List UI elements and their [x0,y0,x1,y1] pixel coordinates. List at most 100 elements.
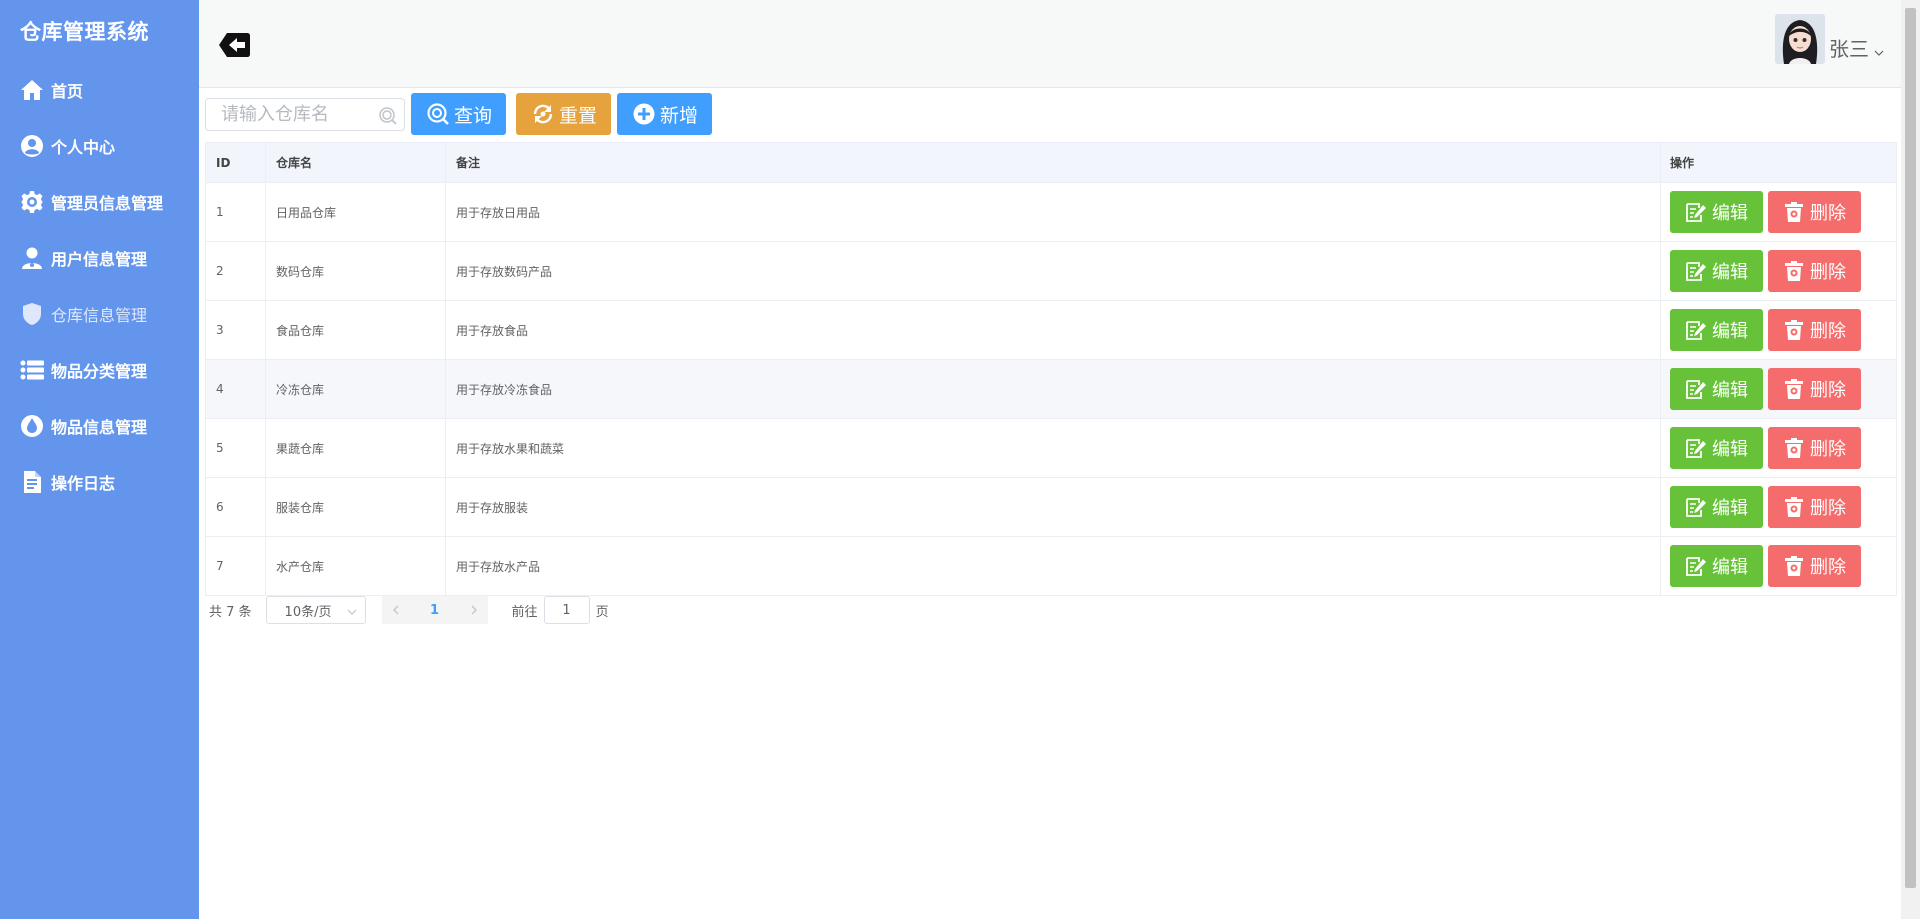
drop-icon [19,413,45,439]
query-button-label: 查询 [454,104,493,127]
reset-button[interactable]: 重置 [516,93,612,135]
cell-id: 6 [206,478,266,536]
cell-actions: 编辑 删除 [1661,537,1896,595]
edit-button[interactable]: 编辑 [1670,427,1763,469]
cell-id: 1 [206,183,266,241]
chevron-left-icon [392,605,399,615]
edit-icon [1686,262,1706,281]
delete-button-label: 删除 [1810,557,1846,578]
toolbar: 查询 重置 新增 [205,93,713,135]
trash-icon [1785,202,1803,222]
cell-name: 果蔬仓库 [266,419,446,477]
user-icon [19,245,45,271]
sidebar-item-log[interactable]: 操作日志 [0,454,199,510]
page-nav: 1 [381,596,488,624]
column-header-id: ID [206,143,266,182]
search-icon[interactable] [378,106,398,126]
cell-actions: 编辑 删除 [1661,419,1896,477]
edit-button[interactable]: 编辑 [1670,545,1763,587]
page-size-select[interactable]: 10条/页 [265,596,366,624]
sidebar-item-profile[interactable]: 个人中心 [0,118,199,174]
sidebar-item-goods[interactable]: 物品信息管理 [0,398,199,454]
add-button[interactable]: 新增 [617,93,713,135]
cell-id: 5 [206,419,266,477]
trash-icon [1785,438,1803,458]
cell-id: 4 [206,360,266,418]
goto-page: 前往 页 [512,596,609,624]
list-icon [19,357,45,383]
trash-icon [1785,379,1803,399]
edit-button-label: 编辑 [1712,498,1748,519]
table-row: 2 数码仓库 用于存放数码产品 编辑 删除 [206,242,1896,301]
trash-icon [1785,320,1803,340]
pagination: 共 7 条 10条/页 1 前往 页 [209,596,609,624]
cell-remark: 用于存放食品 [446,301,1661,359]
cell-id: 7 [206,537,266,595]
table-row: 5 果蔬仓库 用于存放水果和蔬菜 编辑 删除 [206,419,1896,478]
query-button[interactable]: 查询 [411,93,507,135]
sidebar: 仓库管理系统 首页 个人中心 管理员信息管理 用户信息管理 仓库信息管理 物品分… [0,0,199,919]
scrollbar-thumb[interactable] [1905,8,1916,888]
goto-page-input[interactable] [543,596,590,624]
prev-page-button[interactable] [381,596,410,624]
delete-button[interactable]: 删除 [1768,545,1861,587]
sidebar-item-users[interactable]: 用户信息管理 [0,230,199,286]
cell-name: 日用品仓库 [266,183,446,241]
table-header: ID 仓库名 备注 操作 [206,143,1896,183]
edit-button-label: 编辑 [1712,439,1748,460]
add-icon [633,103,655,125]
header: 张三 [199,0,1901,88]
sidebar-item-label: 物品分类管理 [51,362,148,381]
add-button-label: 新增 [660,104,699,127]
delete-button[interactable]: 删除 [1768,486,1861,528]
trash-icon [1785,556,1803,576]
cell-actions: 编辑 删除 [1661,301,1896,359]
cell-remark: 用于存放冷冻食品 [446,360,1661,418]
delete-button-label: 删除 [1810,498,1846,519]
cell-remark: 用于存放水果和蔬菜 [446,419,1661,477]
sidebar-item-home[interactable]: 首页 [0,62,199,118]
search-input[interactable] [206,98,404,130]
edit-button-label: 编辑 [1712,380,1748,401]
sidebar-item-label: 物品信息管理 [51,418,148,437]
avatar [1775,14,1825,64]
cell-name: 服装仓库 [266,478,446,536]
user-menu[interactable]: 张三 [1775,14,1885,64]
sidebar-item-admin[interactable]: 管理员信息管理 [0,174,199,230]
delete-button[interactable]: 删除 [1768,191,1861,233]
cell-remark: 用于存放数码产品 [446,242,1661,300]
trash-icon [1785,261,1803,281]
search-icon [427,103,449,125]
edit-button[interactable]: 编辑 [1670,309,1763,351]
sidebar-item-label: 操作日志 [51,474,116,493]
vertical-scrollbar[interactable] [1901,0,1920,919]
table-row: 6 服装仓库 用于存放服装 编辑 删除 [206,478,1896,537]
edit-button-label: 编辑 [1712,262,1748,283]
page-size-value: 10条/页 [284,604,332,620]
cell-id: 3 [206,301,266,359]
sidebar-item-category[interactable]: 物品分类管理 [0,342,199,398]
sidebar-item-warehouse[interactable]: 仓库信息管理 [0,286,199,342]
cell-remark: 用于存放日用品 [446,183,1661,241]
next-page-button[interactable] [459,596,488,624]
page-number-current[interactable]: 1 [409,596,460,624]
table-row: 1 日用品仓库 用于存放日用品 编辑 删除 [206,183,1896,242]
delete-button[interactable]: 删除 [1768,309,1861,351]
cell-actions: 编辑 删除 [1661,360,1896,418]
delete-button[interactable]: 删除 [1768,427,1861,469]
sidebar-item-label: 首页 [51,82,84,101]
cell-actions: 编辑 删除 [1661,183,1896,241]
back-arrow-icon[interactable] [218,30,252,60]
edit-button[interactable]: 编辑 [1670,486,1763,528]
edit-button[interactable]: 编辑 [1670,368,1763,410]
cell-remark: 用于存放服装 [446,478,1661,536]
delete-button[interactable]: 删除 [1768,250,1861,292]
edit-button[interactable]: 编辑 [1670,250,1763,292]
refresh-icon [533,104,553,124]
goto-prefix: 前往 [511,604,538,620]
column-header-actions: 操作 [1670,156,1695,170]
delete-button[interactable]: 删除 [1768,368,1861,410]
search-box [205,97,405,131]
cell-name: 数码仓库 [266,242,446,300]
edit-button[interactable]: 编辑 [1670,191,1763,233]
